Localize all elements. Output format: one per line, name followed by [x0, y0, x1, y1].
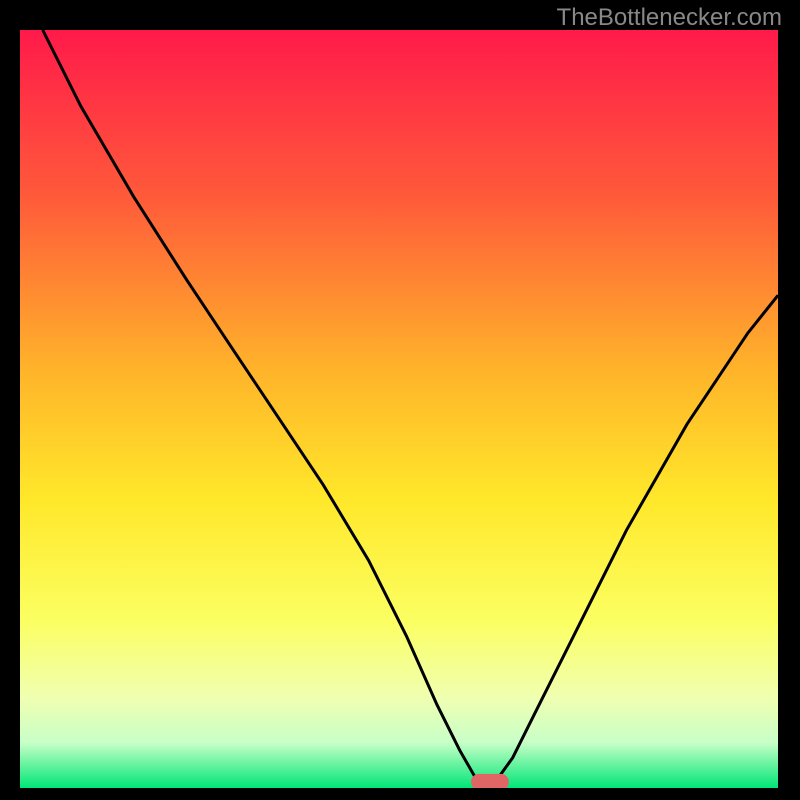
gradient-background	[20, 30, 778, 788]
optimal-marker	[471, 774, 509, 788]
chart-frame	[20, 30, 778, 788]
watermark-label: TheBottlenecker.com	[557, 4, 782, 32]
bottleneck-chart	[20, 30, 778, 788]
